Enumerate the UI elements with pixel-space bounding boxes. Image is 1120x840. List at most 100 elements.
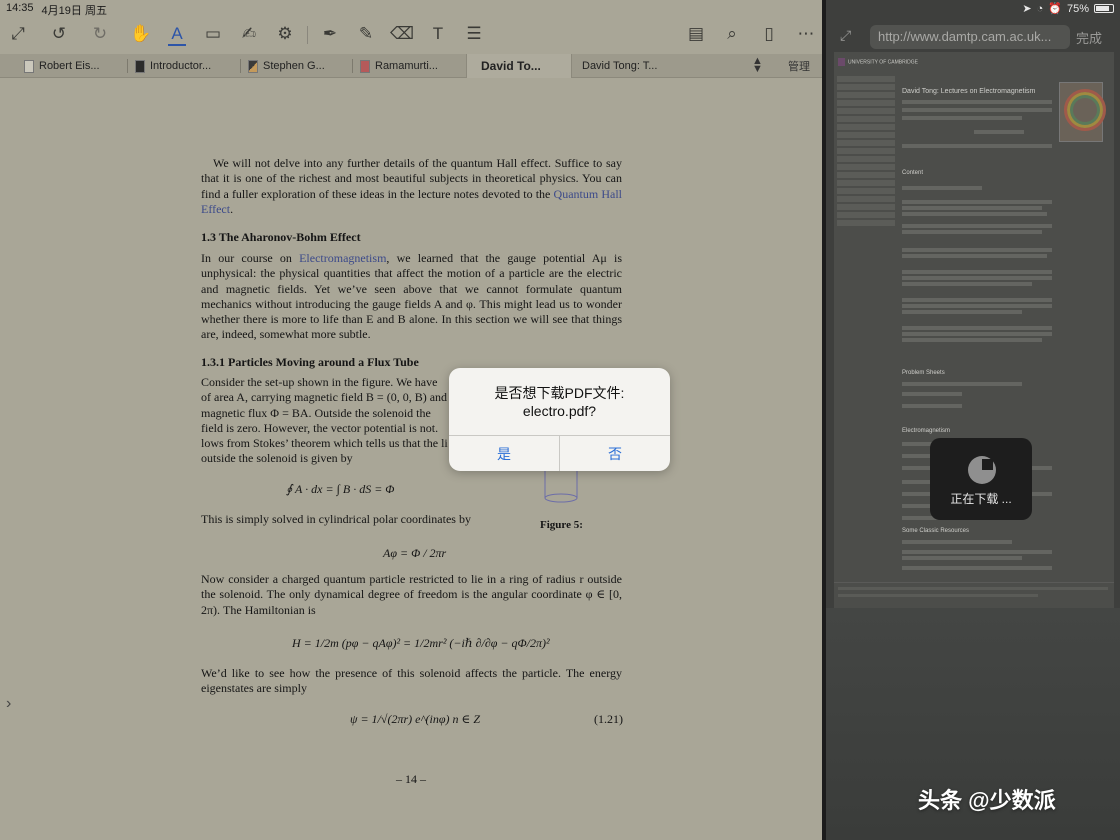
webpage-text-line xyxy=(902,332,1052,336)
webpage-heading: Electromagnetism xyxy=(902,428,951,434)
tabs-manage-button[interactable]: 管理 xyxy=(788,58,810,74)
text-box-icon[interactable]: T xyxy=(424,20,452,48)
tab-ramamurti[interactable]: Ramamurti... xyxy=(360,54,460,78)
download-pdf-dialog: 是否想下载PDF文件: electro.pdf? 是 否 xyxy=(449,368,670,471)
watermark: 头条 @少数派 xyxy=(918,788,1056,813)
browser-pane: ➤ ◔ ⏰ 75% ⤢ http://www.damtp.cam.ac.uk..… xyxy=(826,0,1120,840)
annotation-toolbar: ⤢ ↺ ↻ ✋ A ▭ ✍ ⚙ ✒ ✎ ⌫ T ☰ ▤ ⌕ ▯ ⋯ xyxy=(0,16,822,52)
webpage-text-line xyxy=(902,212,1047,216)
webpage-text-line xyxy=(902,206,1042,210)
tab-david-tong-t[interactable]: David Tong: T... xyxy=(582,54,688,78)
url-field[interactable]: http://www.damtp.cam.ac.uk... xyxy=(870,25,1070,49)
webpage-text-line xyxy=(902,186,982,190)
webpage-text-line xyxy=(902,224,1052,228)
webpage-footer xyxy=(834,582,1114,602)
done-button[interactable]: 完成 xyxy=(1076,28,1102,47)
document-thumbnail-icon xyxy=(248,59,258,73)
location-icon: ➤ xyxy=(1022,3,1032,15)
no-button[interactable]: 否 xyxy=(559,436,670,471)
highlighter-icon[interactable]: ✎ xyxy=(352,20,380,48)
wifi-icon: ◔ xyxy=(1036,2,1044,15)
webpage-heading: Content xyxy=(902,170,924,176)
chevron-right-icon[interactable]: › xyxy=(6,695,11,713)
note-icon[interactable]: ☰ xyxy=(460,20,488,48)
webpage-text-line xyxy=(902,304,1052,308)
webpage-text-line xyxy=(902,282,1032,286)
undo-icon[interactable]: ↺ xyxy=(45,20,73,48)
expand-icon[interactable]: ⤢ xyxy=(4,20,32,48)
tab-label: David Tong: T... xyxy=(582,60,658,72)
bookmark-icon[interactable]: ▯ xyxy=(755,20,783,48)
paragraph-aharonov-bohm: In our course on Electromagnetism, we le… xyxy=(201,251,622,343)
webpage-text-line xyxy=(902,392,962,396)
webpage-text-line xyxy=(902,200,1052,204)
download-progress-toast: 正在下载 ... xyxy=(930,438,1032,520)
tab-separator xyxy=(240,59,241,73)
hand-icon[interactable]: ✋ xyxy=(127,20,155,48)
yes-button[interactable]: 是 xyxy=(449,436,559,471)
equation-stokes: ∮ A · dx = ∫ B · dS = Φ xyxy=(286,482,395,496)
tab-robert-eisberg[interactable]: Robert Eis... xyxy=(24,54,124,78)
tab-introductory[interactable]: Introductor... xyxy=(135,54,235,78)
webpage-text-line xyxy=(902,550,1052,554)
webpage-text-line xyxy=(902,108,1052,112)
more-icon[interactable]: ⋯ xyxy=(792,20,820,48)
battery-percent: 75% xyxy=(1066,2,1089,15)
webpage-text-line xyxy=(902,310,1022,314)
tab-label: Ramamurti... xyxy=(375,60,438,72)
webpage-text-line xyxy=(902,540,1012,544)
equation-number: (1.21) xyxy=(594,712,623,726)
text-highlight-icon[interactable]: A xyxy=(163,20,191,48)
tab-separator xyxy=(127,59,128,73)
pdf-page: We will not delve into any further detai… xyxy=(0,78,822,840)
signature-icon[interactable]: ✍ xyxy=(235,20,263,48)
search-icon[interactable]: ⌕ xyxy=(718,20,746,48)
pdf-reader-pane: 14:35 4月19日 周五 ⤢ ↺ ↻ ✋ A ▭ ✍ ⚙ ✒ ✎ ⌫ T ☰… xyxy=(0,0,822,840)
webpage-heading: Problem Sheets xyxy=(902,370,945,376)
paragraph-quantum-hall: We will not delve into any further detai… xyxy=(201,156,622,217)
rectangle-select-icon[interactable]: ▭ xyxy=(199,20,227,48)
tab-label: Stephen G... xyxy=(263,60,325,72)
paragraph-flux-tube: Consider the set-up shown in the figure.… xyxy=(201,375,451,467)
equation-vector-potential: Aφ = Φ / 2πr xyxy=(383,546,447,560)
document-icon[interactable]: ▤ xyxy=(682,20,710,48)
tab-sort-icon[interactable]: ▲ ▼ xyxy=(752,56,763,75)
subsection-heading: 1.3.1 Particles Moving around a Flux Tub… xyxy=(201,355,419,369)
pen-icon[interactable]: ✒ xyxy=(316,20,344,48)
eraser-icon[interactable]: ⌫ xyxy=(388,20,416,48)
text-line: outside the solenoid is given by xyxy=(201,451,353,466)
webpage-nav xyxy=(837,76,895,236)
alarm-icon: ⏰ xyxy=(1048,3,1062,15)
toolbar-divider xyxy=(307,26,308,44)
redo-icon[interactable]: ↻ xyxy=(86,20,114,48)
webpage-text-line xyxy=(902,230,1042,234)
webpage-text-line xyxy=(902,338,1042,342)
figure-caption: Figure 5: xyxy=(540,519,583,531)
webpage-text-line xyxy=(902,326,1052,330)
download-status: 正在下载 ... xyxy=(950,492,1012,506)
tab-stephen-g[interactable]: Stephen G... xyxy=(248,54,348,78)
text-line: Consider the set-up shown in the figure.… xyxy=(201,375,438,389)
dialog-buttons: 是 否 xyxy=(449,435,670,471)
webpage-text-line xyxy=(902,566,1052,570)
webpage-text-line xyxy=(902,100,1052,104)
section-heading: 1.3 The Aharonov-Bohm Effect xyxy=(201,230,361,244)
paragraph-polar: This is simply solved in cylindrical pol… xyxy=(201,512,471,526)
electromagnetism-link[interactable]: Electromagnetism xyxy=(299,251,386,265)
equation-hamiltonian: H = 1/2m (pφ − qAφ)² = 1/2mr² (−iℏ ∂/∂φ … xyxy=(292,636,550,650)
webpage-text-line xyxy=(902,248,1052,252)
stamp-icon[interactable]: ⚙ xyxy=(271,20,299,48)
tab-label: Robert Eis... xyxy=(39,60,100,72)
text-line: field is zero. However, the vector poten… xyxy=(201,420,439,435)
dialog-title: 是否想下载PDF文件: electro.pdf? xyxy=(449,384,670,420)
tab-david-tong-active[interactable]: David To... xyxy=(466,54,572,78)
university-name: UNIVERSITY OF CAMBRIDGE xyxy=(848,59,918,66)
expand-icon[interactable]: ⤢ xyxy=(840,27,851,44)
screen: 14:35 4月19日 周五 ⤢ ↺ ↻ ✋ A ▭ ✍ ⚙ ✒ ✎ ⌫ T ☰… xyxy=(0,0,1120,840)
webpage-title: David Tong: Lectures on Electromagnetism xyxy=(902,88,1036,95)
equation-wavefunction: ψ = 1/√(2πr) e^(inφ) n ∈ Z xyxy=(350,712,481,726)
webpage-text-line xyxy=(902,254,1047,258)
webpage-text-line xyxy=(902,556,1022,560)
status-bar-right: ➤ ◔ ⏰ 75% xyxy=(1022,2,1114,15)
progress-pie-icon xyxy=(968,456,996,484)
